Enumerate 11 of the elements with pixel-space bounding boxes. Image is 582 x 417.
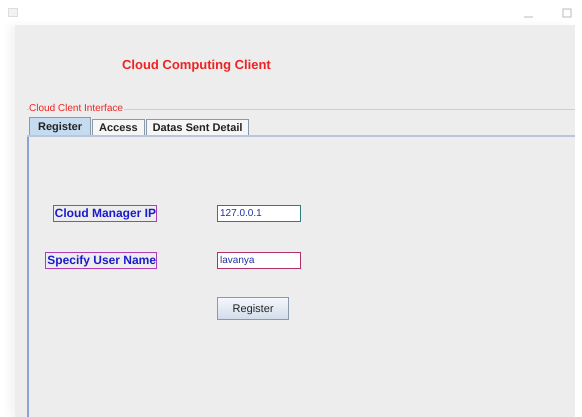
field-label: Cloud Manager IP [52, 205, 157, 222]
field-label: Specify User Name [45, 252, 157, 269]
app-heading: Cloud Computing Client [122, 57, 271, 72]
tab[interactable]: Access [92, 119, 145, 135]
input-field[interactable]: lavanya [217, 252, 301, 269]
tab[interactable]: Datas Sent Detail [146, 119, 250, 135]
tab[interactable]: Register [29, 117, 92, 135]
maximize-icon[interactable] [560, 6, 574, 20]
input-field[interactable]: 127.0.0.1 [217, 205, 301, 222]
app-icon [8, 8, 18, 17]
register-button[interactable]: Register [217, 297, 289, 320]
